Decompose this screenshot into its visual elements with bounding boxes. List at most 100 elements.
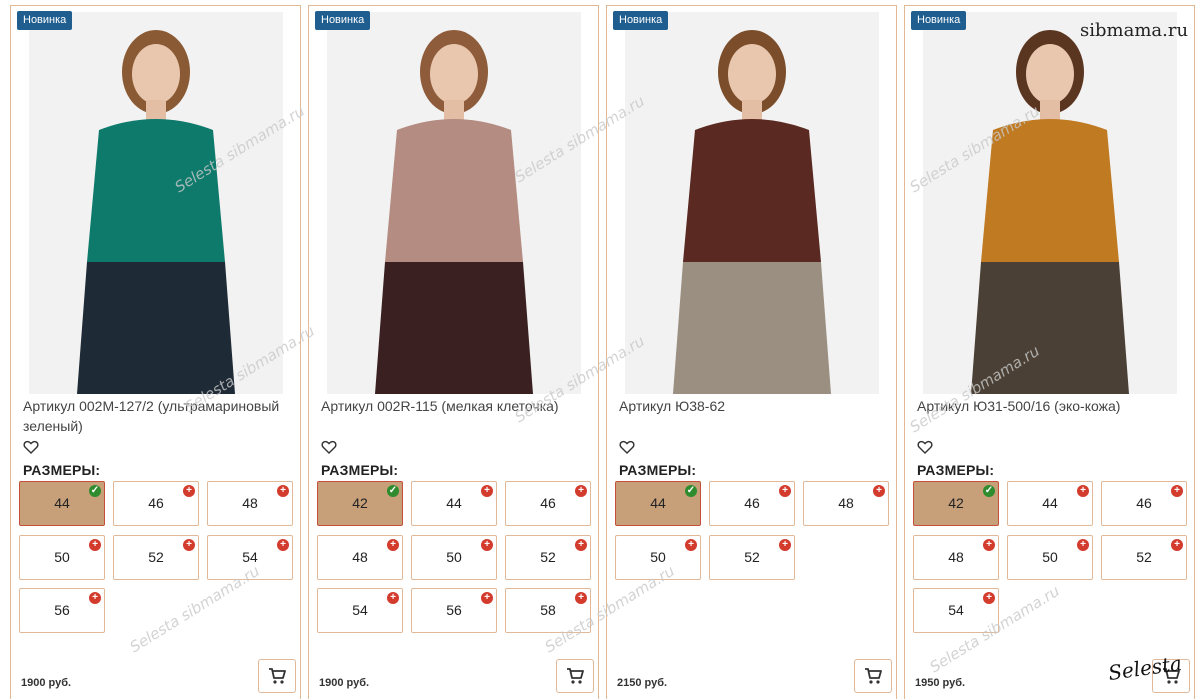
size-value: 50 — [1042, 549, 1058, 565]
product-photo[interactable] — [29, 12, 283, 394]
size-value: 42 — [948, 495, 964, 511]
heart-outline-icon[interactable] — [917, 439, 933, 455]
size-value: 52 — [1136, 549, 1152, 565]
plus-circle-icon: + — [387, 539, 399, 551]
size-value: 56 — [54, 602, 70, 618]
size-value: 44 — [54, 495, 70, 511]
size-value: 58 — [540, 602, 556, 618]
plus-circle-icon: + — [983, 539, 995, 551]
check-circle-icon: ✓ — [387, 485, 399, 497]
product-title[interactable]: Артикул Ю38-62 — [619, 396, 894, 416]
size-option[interactable]: 54 + — [913, 588, 999, 633]
product-card[interactable]: Новинка Артикул 002R-115 (мелкая клеточка… — [308, 5, 599, 699]
plus-circle-icon: + — [983, 592, 995, 604]
product-card[interactable]: Новинка Артикул Ю31-500/16 (эко-кожа) РАЗМ… — [904, 5, 1195, 699]
product-price: 1900 руб. — [21, 677, 72, 689]
plus-circle-icon: + — [779, 539, 791, 551]
size-value: 44 — [650, 495, 666, 511]
plus-circle-icon: + — [779, 485, 791, 497]
product-title[interactable]: Артикул Ю31-500/16 (эко-кожа) — [917, 396, 1192, 416]
size-option[interactable]: 54 + — [317, 588, 403, 633]
size-option[interactable]: 44 + — [1007, 481, 1093, 526]
product-photo[interactable] — [923, 12, 1177, 394]
size-value: 42 — [352, 495, 368, 511]
size-value: 48 — [242, 495, 258, 511]
size-option[interactable]: 42 ✓ — [913, 481, 999, 526]
check-circle-icon: ✓ — [983, 485, 995, 497]
size-option[interactable]: 52 + — [709, 535, 795, 580]
size-option[interactable]: 56 + — [411, 588, 497, 633]
heart-outline-icon[interactable] — [321, 439, 337, 455]
size-option[interactable]: 46 + — [505, 481, 591, 526]
plus-circle-icon: + — [873, 485, 885, 497]
new-badge: Новинка — [613, 11, 669, 30]
plus-circle-icon: + — [1171, 485, 1183, 497]
product-card[interactable]: Новинка Артикул Ю38-62 РАЗМЕРЫ: 44 ✓ 46 +48 + 50… — [606, 5, 897, 699]
size-value: 52 — [540, 549, 556, 565]
size-option[interactable]: 50 + — [411, 535, 497, 580]
plus-circle-icon: + — [183, 485, 195, 497]
plus-circle-icon: + — [387, 592, 399, 604]
plus-circle-icon: + — [89, 539, 101, 551]
size-option[interactable]: 52 + — [1101, 535, 1187, 580]
size-option[interactable]: 52 + — [505, 535, 591, 580]
product-title[interactable]: Артикул 002M-127/2 (ультрамариновый зеле… — [23, 396, 298, 436]
add-to-cart-button[interactable] — [556, 659, 594, 693]
check-circle-icon: ✓ — [685, 485, 697, 497]
plus-circle-icon: + — [685, 539, 697, 551]
size-option[interactable]: 54 + — [207, 535, 293, 580]
product-photo[interactable] — [625, 12, 879, 394]
plus-circle-icon: + — [89, 592, 101, 604]
size-value: 50 — [54, 549, 70, 565]
size-option[interactable]: 50 + — [615, 535, 701, 580]
add-to-cart-button[interactable] — [854, 659, 892, 693]
size-value: 48 — [948, 549, 964, 565]
size-option[interactable]: 58 + — [505, 588, 591, 633]
size-value: 52 — [148, 549, 164, 565]
size-option[interactable]: 44 ✓ — [19, 481, 105, 526]
product-title[interactable]: Артикул 002R-115 (мелкая клеточка) — [321, 396, 596, 416]
size-option[interactable]: 52 + — [113, 535, 199, 580]
size-value: 54 — [948, 602, 964, 618]
plus-circle-icon: + — [277, 485, 289, 497]
product-price: 1900 руб. — [319, 677, 370, 689]
heart-outline-icon[interactable] — [23, 439, 39, 455]
size-option[interactable]: 46 + — [113, 481, 199, 526]
product-photo[interactable] — [327, 12, 581, 394]
product-card[interactable]: Новинка Артикул 002M-127/2 (ультрамаринов… — [10, 5, 301, 699]
plus-circle-icon: + — [1077, 539, 1089, 551]
sizes-label: РАЗМЕРЫ: — [321, 462, 399, 478]
new-badge: Новинка — [315, 11, 371, 30]
size-option[interactable]: 42 ✓ — [317, 481, 403, 526]
size-option[interactable]: 46 + — [709, 481, 795, 526]
check-circle-icon: ✓ — [89, 485, 101, 497]
plus-circle-icon: + — [481, 485, 493, 497]
plus-circle-icon: + — [277, 539, 289, 551]
size-option[interactable]: 46 + — [1101, 481, 1187, 526]
heart-outline-icon[interactable] — [619, 439, 635, 455]
size-value: 48 — [352, 549, 368, 565]
watermark-site: sibmama.ru — [1080, 20, 1189, 41]
size-option[interactable]: 50 + — [1007, 535, 1093, 580]
size-value: 44 — [446, 495, 462, 511]
sizes-label: РАЗМЕРЫ: — [23, 462, 101, 478]
plus-circle-icon: + — [1171, 539, 1183, 551]
size-option[interactable]: 48 + — [803, 481, 889, 526]
size-value: 44 — [1042, 495, 1058, 511]
size-value: 54 — [242, 549, 258, 565]
size-option[interactable]: 50 + — [19, 535, 105, 580]
add-to-cart-button[interactable] — [258, 659, 296, 693]
product-grid: Новинка Артикул 002M-127/2 (ультрамаринов… — [0, 0, 1200, 699]
size-value: 52 — [744, 549, 760, 565]
size-option[interactable]: 48 + — [317, 535, 403, 580]
plus-circle-icon: + — [1077, 485, 1089, 497]
size-option[interactable]: 48 + — [207, 481, 293, 526]
size-option[interactable]: 48 + — [913, 535, 999, 580]
size-option[interactable]: 56 + — [19, 588, 105, 633]
plus-circle-icon: + — [481, 539, 493, 551]
sizes-label: РАЗМЕРЫ: — [619, 462, 697, 478]
size-option[interactable]: 44 + — [411, 481, 497, 526]
product-price: 1950 руб. — [915, 677, 966, 689]
size-option[interactable]: 44 ✓ — [615, 481, 701, 526]
size-value: 46 — [148, 495, 164, 511]
